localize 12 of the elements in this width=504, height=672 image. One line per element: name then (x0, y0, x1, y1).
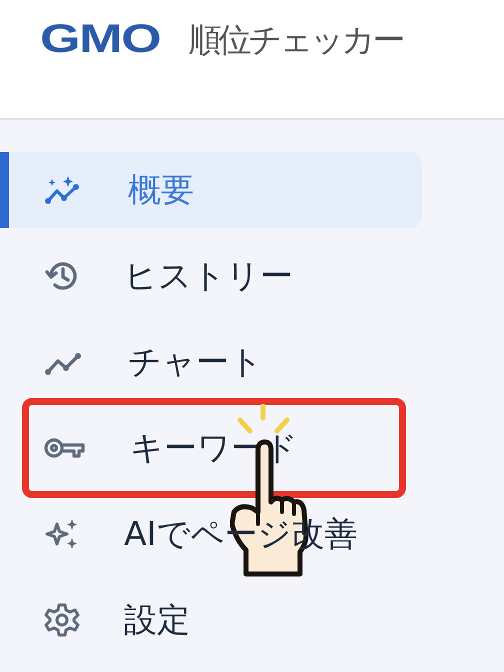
key-icon (44, 436, 86, 460)
nav-item[interactable]: 設定 (0, 582, 422, 658)
settings-icon (44, 602, 80, 638)
nav-item[interactable]: ヒストリー (0, 238, 422, 314)
nav-item[interactable]: チャート (0, 324, 422, 400)
nav-label: 概要 (128, 168, 194, 210)
nav-label: 設定 (124, 598, 190, 640)
logo-mark: GMO (40, 19, 160, 59)
nav-item[interactable]: 概要 (0, 152, 422, 228)
nav-label: チャート (128, 340, 263, 382)
logo-name: 順位チェッカー (188, 22, 403, 56)
nav-label: ヒストリー (124, 254, 293, 296)
